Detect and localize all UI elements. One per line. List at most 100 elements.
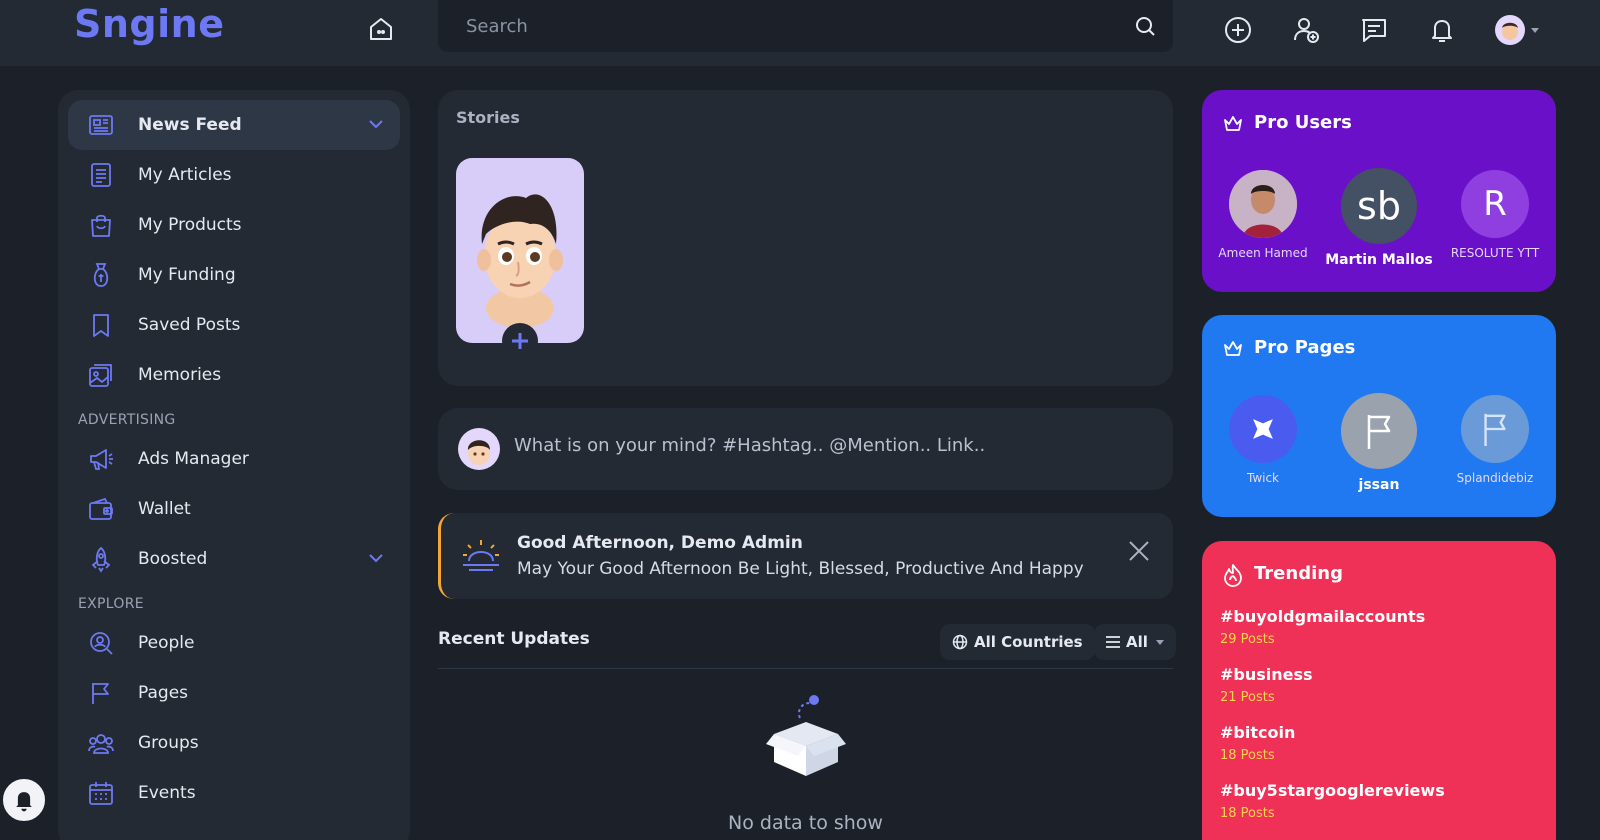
pro-user-card[interactable]: Ameen Hamed	[1208, 170, 1318, 260]
sunset-icon	[463, 540, 499, 571]
trending-item[interactable]: #business 21 Posts	[1220, 665, 1313, 705]
close-icon[interactable]	[1127, 539, 1151, 563]
chevron-down-icon[interactable]	[368, 552, 384, 564]
trending-count: 29 Posts	[1220, 632, 1275, 647]
empty-state-text: No data to show	[728, 812, 883, 834]
sidebar-item-my-products[interactable]: My Products	[68, 200, 400, 250]
sidebar-item-label: Groups	[138, 733, 199, 753]
floating-notification-button[interactable]	[0, 776, 48, 824]
trending-count: 18 Posts	[1220, 748, 1275, 763]
country-filter-label: All Countries	[974, 633, 1083, 651]
article-icon	[86, 160, 116, 190]
sidebar-item-label: Ads Manager	[138, 449, 249, 469]
trending-tag[interactable]: #business	[1220, 665, 1313, 684]
pro-page-card[interactable]: Twick	[1208, 395, 1318, 485]
sidebar-item-label: My Products	[138, 215, 242, 235]
pro-user-card[interactable]: R RESOLUTE YTT	[1440, 170, 1550, 260]
wallet-icon	[86, 494, 116, 524]
sidebar-item-groups[interactable]: Groups	[68, 718, 400, 768]
sidebar-item-label: Boosted	[138, 549, 208, 569]
home-icon	[370, 18, 392, 40]
top-bar: Sngine	[0, 0, 1600, 66]
trending-tag[interactable]: #buy5stargooglereviews	[1220, 781, 1445, 800]
page-avatar	[1341, 393, 1417, 469]
sidebar-item-boosted[interactable]: Boosted	[68, 534, 400, 584]
flag-icon	[86, 678, 116, 708]
friend-requests-button[interactable]	[1286, 10, 1326, 50]
list-icon	[1106, 636, 1120, 648]
sidebar-item-memories[interactable]: Memories	[68, 350, 400, 400]
sidebar-item-my-funding[interactable]: My Funding	[68, 250, 400, 300]
user-menu-button[interactable]	[1490, 10, 1544, 50]
fire-icon	[1224, 564, 1242, 587]
add-story-button[interactable]	[502, 323, 538, 359]
pro-page-card[interactable]: jssan	[1324, 393, 1434, 493]
funding-icon	[86, 260, 116, 290]
home-button[interactable]	[362, 10, 400, 48]
search-icon[interactable]	[1133, 14, 1157, 38]
newspaper-icon	[86, 110, 116, 140]
chevron-down-icon	[1155, 639, 1164, 645]
trending-tag[interactable]: #bitcoin	[1220, 723, 1295, 742]
recent-updates-title: Recent Updates	[438, 629, 590, 649]
search-input[interactable]	[438, 0, 1173, 52]
stories-title: Stories	[456, 108, 520, 127]
trending-item[interactable]: #buy5stargooglereviews 18 Posts	[1220, 781, 1445, 821]
sidebar-item-label: Pages	[138, 683, 189, 703]
sidebar-item-wallet[interactable]: Wallet	[68, 484, 400, 534]
search-bar	[438, 0, 1173, 52]
pro-users-title: Pro Users	[1254, 112, 1352, 133]
logo[interactable]: Sngine	[74, 2, 224, 46]
empty-box-icon	[766, 695, 846, 776]
sidebar-item-news-feed[interactable]: News Feed	[68, 100, 400, 150]
composer-placeholder[interactable]: What is on your mind? #Hashtag.. @Mentio…	[514, 435, 985, 456]
calendar-icon	[86, 778, 116, 808]
avatar: R	[1461, 170, 1529, 238]
photos-icon	[86, 360, 116, 390]
notifications-button[interactable]	[1422, 10, 1462, 50]
plus-circle-icon	[1225, 17, 1251, 43]
trending-item[interactable]: #buyoldgmailaccounts 29 Posts	[1220, 607, 1425, 647]
type-filter-label: All	[1126, 633, 1148, 651]
pro-user-name: Martin Mallos	[1325, 252, 1433, 268]
post-composer[interactable]: What is on your mind? #Hashtag.. @Mentio…	[438, 408, 1173, 490]
crown-icon	[1224, 341, 1242, 356]
flag-icon	[1367, 415, 1391, 449]
avatar	[1495, 15, 1525, 45]
sidebar-item-people[interactable]: People	[68, 618, 400, 668]
chat-icon	[1362, 19, 1386, 42]
trending-tag[interactable]: #buyoldgmailaccounts	[1220, 607, 1425, 626]
sidebar-item-pages[interactable]: Pages	[68, 668, 400, 718]
type-filter-button[interactable]: All	[1094, 624, 1176, 660]
pro-user-card[interactable]: sb Martin Mallos	[1324, 168, 1434, 268]
sidebar-item-label: Memories	[138, 365, 222, 385]
bell-icon	[1432, 20, 1452, 42]
plus-icon	[512, 333, 528, 349]
avatar	[1229, 170, 1297, 238]
sidebar-item-events[interactable]: Events	[68, 768, 400, 818]
greeting-card: Good Afternoon, Demo Admin May Your Good…	[438, 513, 1173, 599]
pro-page-card[interactable]: Splandidebiz	[1440, 395, 1550, 485]
trending-item[interactable]: #bitcoin 18 Posts	[1220, 723, 1295, 763]
crown-icon	[1224, 116, 1242, 131]
pro-pages-widget: Pro Pages Twick jssan Splandidebiz	[1202, 315, 1556, 517]
people-search-icon	[86, 628, 116, 658]
greeting-title: Good Afternoon, Demo Admin	[517, 533, 803, 553]
sidebar-item-label: News Feed	[138, 115, 242, 135]
megaphone-icon	[86, 444, 116, 474]
trending-count: 18 Posts	[1220, 806, 1275, 821]
rocket-icon	[86, 544, 116, 574]
messages-button[interactable]	[1354, 10, 1394, 50]
chevron-down-icon[interactable]	[368, 118, 384, 130]
greeting-message: May Your Good Afternoon Be Light, Blesse…	[517, 559, 1084, 579]
create-story-tile[interactable]	[456, 158, 584, 359]
sidebar-item-ads-manager[interactable]: Ads Manager	[68, 434, 400, 484]
sidebar-item-label: My Funding	[138, 265, 236, 285]
trending-widget: Trending #buyoldgmailaccounts 29 Posts #…	[1202, 541, 1556, 840]
country-filter-button[interactable]: All Countries	[940, 624, 1095, 660]
create-button[interactable]	[1218, 10, 1258, 50]
pro-page-name: jssan	[1358, 477, 1400, 493]
sidebar-item-saved-posts[interactable]: Saved Posts	[68, 300, 400, 350]
sidebar-item-my-articles[interactable]: My Articles	[68, 150, 400, 200]
left-sidebar: News Feed My Articles My Products My Fun…	[58, 90, 410, 840]
